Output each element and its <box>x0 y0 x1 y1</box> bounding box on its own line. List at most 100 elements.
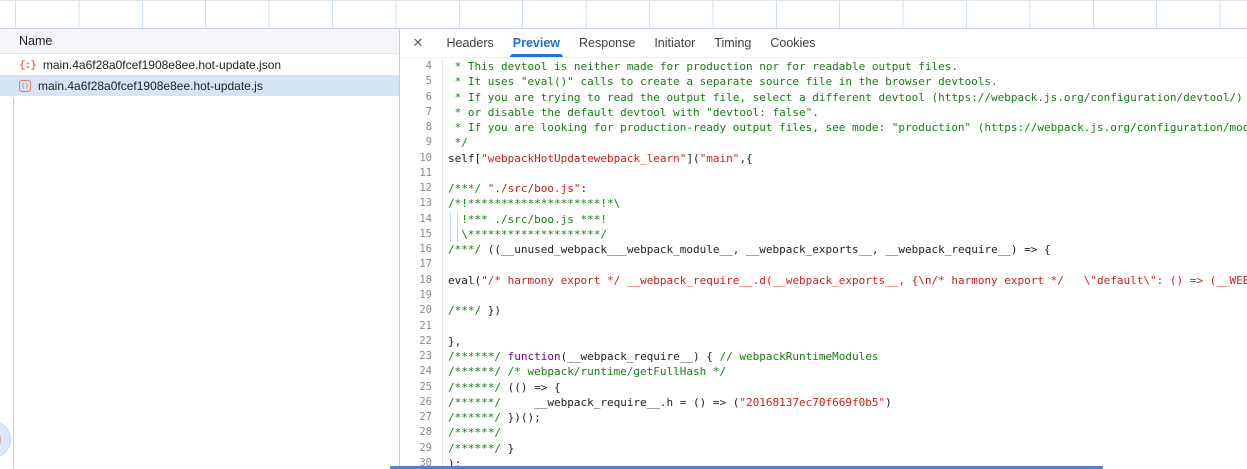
request-detail-pane: ✕ HeadersPreviewResponseInitiatorTimingC… <box>400 29 1247 469</box>
line-content: * It uses "eval()" calls to create a sep… <box>442 74 1247 89</box>
line-content: * This devtool is neither made for produ… <box>442 59 1247 74</box>
tab-cookies[interactable]: Cookies <box>761 29 825 57</box>
line-number[interactable]: 29 <box>400 441 442 456</box>
indent-guide <box>450 227 451 242</box>
line-content: /******/ (() => { <box>442 380 1247 395</box>
line-number[interactable]: 28 <box>400 425 442 440</box>
request-rows: {:} main.4a6f28a0fcef1908e8ee.hot-update.… <box>0 54 399 96</box>
tab-initiator[interactable]: Initiator <box>645 29 705 57</box>
code-line: 8 * If you are looking for production-re… <box>400 120 1247 135</box>
line-number[interactable]: 17 <box>400 257 442 272</box>
line-content: !*** ./src/boo.js ***! <box>442 212 1247 227</box>
line-content: /***/ "./src/boo.js": <box>442 181 1247 196</box>
code-token: /******/ <box>448 381 508 394</box>
code-token: })(); <box>508 411 541 424</box>
line-content: eval("/* harmony export */ __webpack_req… <box>442 273 1247 288</box>
line-number[interactable]: 7 <box>400 105 442 120</box>
code-token: /***/ <box>448 182 488 195</box>
close-icon[interactable]: ✕ <box>407 32 429 54</box>
detail-tabbar: ✕ HeadersPreviewResponseInitiatorTimingC… <box>400 29 1247 58</box>
code-line: 26/******/ __webpack_require__.h = () =>… <box>400 395 1247 410</box>
network-main-area: Name {:} main.4a6f28a0fcef1908e8ee.hot-up… <box>0 29 1247 469</box>
code-line: 11 <box>400 166 1247 181</box>
line-number[interactable]: 16 <box>400 242 442 257</box>
line-content: /******/ function(__webpack_require__) {… <box>442 349 1247 364</box>
code-line: 9 */ <box>400 135 1247 150</box>
code-token: function <box>508 350 561 363</box>
line-number[interactable]: 9 <box>400 135 442 150</box>
code-token: /***/ <box>448 243 488 256</box>
line-number[interactable]: 13 <box>400 196 442 211</box>
line-number[interactable]: 25 <box>400 380 442 395</box>
line-content: self["webpackHotUpdatewebpack_learn"]("m… <box>442 151 1247 166</box>
line-number[interactable]: 23 <box>400 349 442 364</box>
code-token: ]( <box>686 152 699 165</box>
code-line: 19 <box>400 288 1247 303</box>
tab-preview[interactable]: Preview <box>503 29 569 57</box>
line-content: * If you are trying to read the output f… <box>442 90 1247 105</box>
line-number[interactable]: 18 <box>400 273 442 288</box>
code-token: }, <box>448 335 461 348</box>
line-content: \********************/ <box>442 227 1247 242</box>
line-content: /******/ <box>442 425 1247 440</box>
line-content <box>442 166 1247 181</box>
code-token: "./src/boo.js" <box>488 182 581 195</box>
line-number[interactable]: 27 <box>400 410 442 425</box>
code-token: /******/ <box>448 350 508 363</box>
line-number[interactable]: 4 <box>400 59 442 74</box>
indent-guide <box>457 227 458 242</box>
line-number[interactable]: 22 <box>400 334 442 349</box>
request-row[interactable]: {:} main.4a6f28a0fcef1908e8ee.hot-update.… <box>0 54 399 75</box>
line-content: /***/ }) <box>442 303 1247 318</box>
code-token: "/* harmony export */ __webpack_require_… <box>481 274 1247 287</box>
code-token: /******/ <box>448 442 508 455</box>
line-content: /******/ __webpack_require__.h = () => (… <box>442 395 1247 410</box>
code-line: 25/******/ (() => { <box>400 380 1247 395</box>
name-column-label: Name <box>19 34 52 48</box>
code-token: "main" <box>700 152 740 165</box>
code-line: 4 * This devtool is neither made for pro… <box>400 59 1247 74</box>
line-number[interactable]: 12 <box>400 181 442 196</box>
code-line: 24/******/ /* webpack/runtime/getFullHas… <box>400 364 1247 379</box>
request-name: main.4a6f28a0fcef1908e8ee.hot-update.jso… <box>43 58 281 72</box>
code-line: 20/***/ }) <box>400 303 1247 318</box>
floating-overlay-bubble[interactable] <box>0 421 11 458</box>
line-content: /*!********************!*\ <box>442 196 1247 211</box>
line-number[interactable]: 10 <box>400 151 442 166</box>
line-number[interactable]: 20 <box>400 303 442 318</box>
line-content <box>442 288 1247 303</box>
json-file-icon: {:} <box>19 58 36 71</box>
line-number[interactable]: 8 <box>400 120 442 135</box>
name-column-header[interactable]: Name <box>0 29 399 54</box>
network-overview-strip[interactable] <box>0 0 1247 29</box>
line-content: /******/ } <box>442 441 1247 456</box>
line-number[interactable]: 24 <box>400 364 442 379</box>
code-token: ) <box>885 396 892 409</box>
tab-timing[interactable]: Timing <box>705 29 761 57</box>
code-line: 27/******/ })(); <box>400 410 1247 425</box>
line-number[interactable]: 21 <box>400 319 442 334</box>
tab-response[interactable]: Response <box>570 29 645 57</box>
code-token: "20168137ec70f669f0b5" <box>739 396 885 409</box>
code-line: 12/***/ "./src/boo.js": <box>400 181 1247 196</box>
line-number[interactable]: 15 <box>400 227 442 242</box>
line-number[interactable]: 11 <box>400 166 442 181</box>
line-number[interactable]: 6 <box>400 90 442 105</box>
line-number[interactable]: 5 <box>400 74 442 89</box>
bubble-glyph <box>0 435 1 444</box>
code-token: }) <box>488 304 501 317</box>
code-line: 17 <box>400 257 1247 272</box>
line-content: * or disable the default devtool with "d… <box>442 105 1247 120</box>
tab-headers[interactable]: Headers <box>437 29 503 57</box>
line-number[interactable]: 19 <box>400 288 442 303</box>
code-line: 16/***/ ((__unused_webpack___webpack_mod… <box>400 242 1247 257</box>
code-token: * This devtool is neither made for produ… <box>448 60 958 73</box>
preview-code-view[interactable]: 4 * This devtool is neither made for pro… <box>400 58 1247 469</box>
code-token: \********************/ <box>448 228 607 241</box>
code-line: 21 <box>400 319 1247 334</box>
request-row[interactable]: ()main.4a6f28a0fcef1908e8ee.hot-update.j… <box>0 75 399 96</box>
request-table: Name {:} main.4a6f28a0fcef1908e8ee.hot-up… <box>0 29 400 469</box>
line-number[interactable]: 26 <box>400 395 442 410</box>
line-number[interactable]: 14 <box>400 212 442 227</box>
code-token: */ <box>448 136 468 149</box>
